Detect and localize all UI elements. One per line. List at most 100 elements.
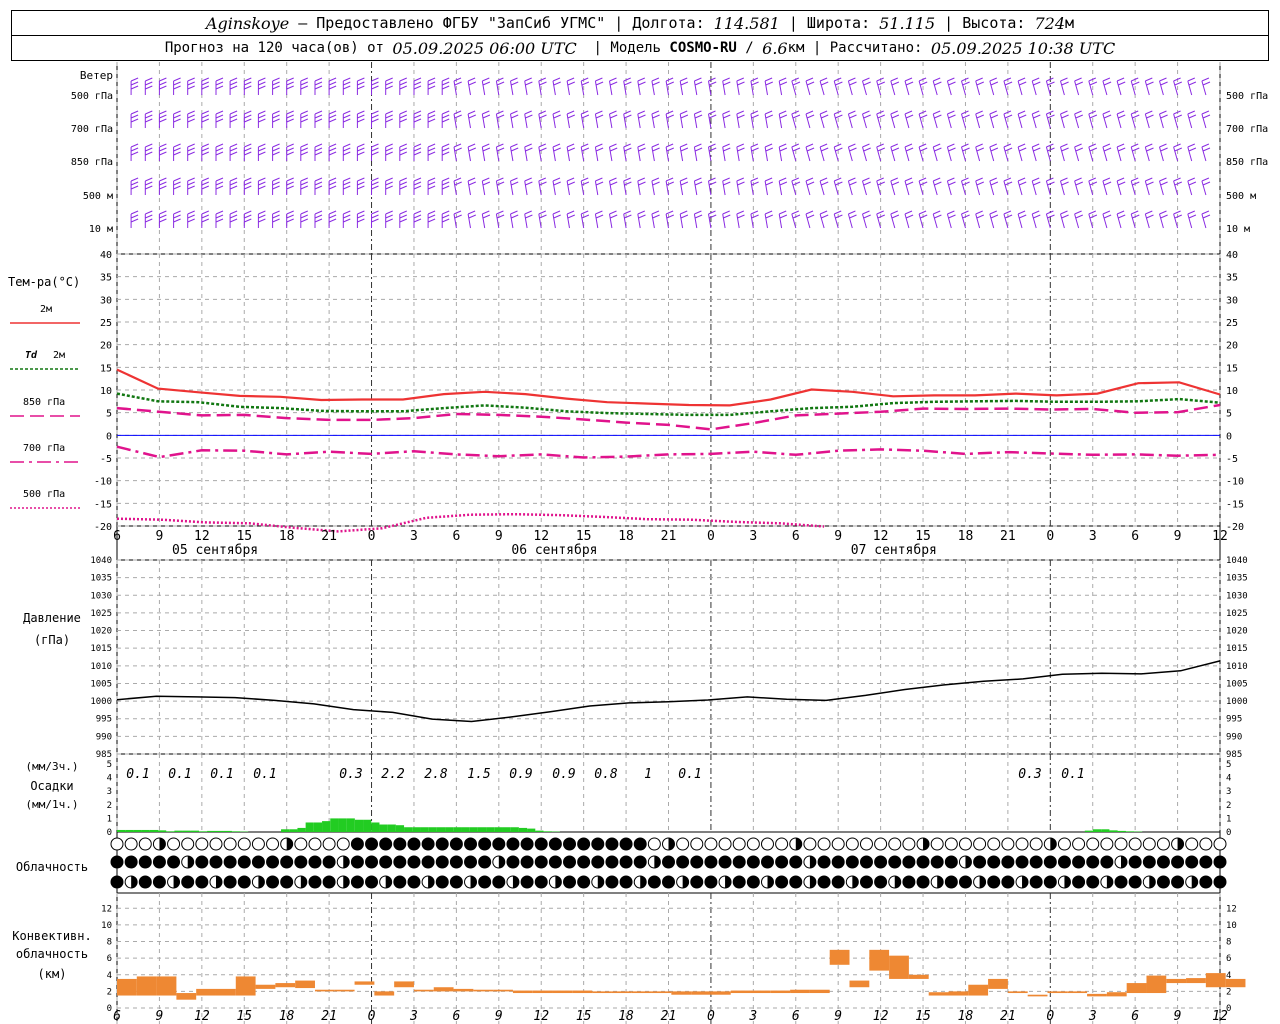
conv-bar [750,990,771,994]
wind-barb [750,177,759,196]
latitude-value: 51.115 [879,13,936,33]
hour-tick-label-bottom: 12 [194,1009,210,1024]
pressure-tick-label-left: 1035 [90,574,112,584]
precip-bar [453,827,462,832]
wind-barb [524,210,533,229]
precip-bar [469,827,478,832]
cloud-fill [521,838,534,850]
conv-tick-label-left: 4 [107,971,112,981]
precip-bar [346,818,355,832]
wind-barb [1201,143,1211,162]
precip-bar [297,827,306,832]
wind-barb [524,77,533,96]
hour-tick-label: 6 [452,529,460,544]
wind-barb [1116,77,1126,96]
hour-tick-label-bottom: 12 [873,1009,889,1024]
conv-bar [809,989,830,994]
wind-level-label-left: 10 м [89,224,113,235]
wind-barb [1159,110,1168,129]
wind-barb [158,110,167,128]
legend-label: 850 гПа [23,397,65,408]
precip-bar [1084,830,1094,832]
conv-bar [869,949,890,971]
wind-barb [989,77,999,96]
cloud-fill [874,856,887,868]
cloud-fill [902,856,915,868]
resolution-unit: км [787,40,805,56]
cloud-fill [1086,876,1099,888]
cloud-fill [860,876,873,888]
hour-tick-label: 9 [156,529,164,544]
cloud-symbol [888,837,902,851]
wind-barb [847,177,857,196]
cloud-symbol [1199,837,1213,851]
precip-bar [527,828,536,832]
date-label: 07 сентября [851,543,937,558]
conv-bar [691,991,711,995]
precip-tick-label-left: 1 [107,814,112,824]
wind-barb [1187,210,1197,229]
cloud-fill [634,838,647,850]
conv-tick-label-right: 8 [1226,938,1231,948]
cloud-fill [450,876,463,888]
wind-barb [257,110,266,128]
cloud-fill [809,856,816,868]
wind-barb [144,210,153,228]
temp-tick-label-right: -15 [1226,499,1244,510]
cloud-symbol [958,837,972,851]
hour-tick-label-bottom: 6 [113,1009,121,1024]
cloud-fill [789,856,802,868]
cloud-fill [704,876,717,888]
wind-barb [693,210,703,229]
precip-bar [1093,829,1102,832]
conv-bar [671,991,692,995]
wind-barb [552,177,561,196]
precip-bar [289,829,298,832]
cloud-fill [818,876,831,888]
wind-barb [609,210,618,229]
wind-barb [679,177,689,196]
hour-tick-label: 3 [1089,529,1097,544]
wind-barb [1102,77,1112,96]
wind-barb [314,110,323,128]
wind-barb [862,110,871,129]
wind-barb [187,77,195,95]
wind-barb [158,143,167,161]
precip-bar [420,827,429,832]
hour-tick-label: 15 [236,529,252,544]
hour-tick-label-bottom: 18 [279,1009,295,1024]
pressure-tick-label-left: 1015 [90,644,112,654]
cloud-symbol [930,837,944,851]
cloud-symbol [124,837,138,851]
precip-bar [371,822,380,832]
legend-label: 700 гПа [23,443,65,454]
wind-barb [453,77,462,96]
wind-barb [736,177,745,196]
cloud-symbol [1029,837,1043,851]
pressure-unit: (гПа) [34,633,70,647]
wind-barb [1074,143,1083,162]
wind-barb [243,110,252,128]
cloud-fill [506,856,519,868]
hour-tick-label: 21 [321,529,337,544]
precip-bar [322,821,331,832]
wind-barb [1116,110,1126,129]
cloud-fill [832,856,845,868]
precip-bar [379,824,388,832]
wind-barb [708,210,717,229]
cloud-symbol [1114,837,1128,851]
cloud-fill [620,876,633,888]
precip-bar [117,829,126,832]
cloud-fill [343,856,350,868]
wind-barb [651,177,660,196]
wind-barb [932,110,942,129]
wind-barb [1074,77,1083,96]
cloud-symbol [746,837,760,851]
cloud-symbol [803,837,817,851]
cloud-fill [1022,876,1029,888]
hour-tick-label: 9 [495,529,503,544]
cloud-fill [973,856,986,868]
cloud-fill [563,876,576,888]
pressure-tick-label-right: 985 [1226,750,1242,760]
temp-tick-label-left: 30 [100,295,112,306]
